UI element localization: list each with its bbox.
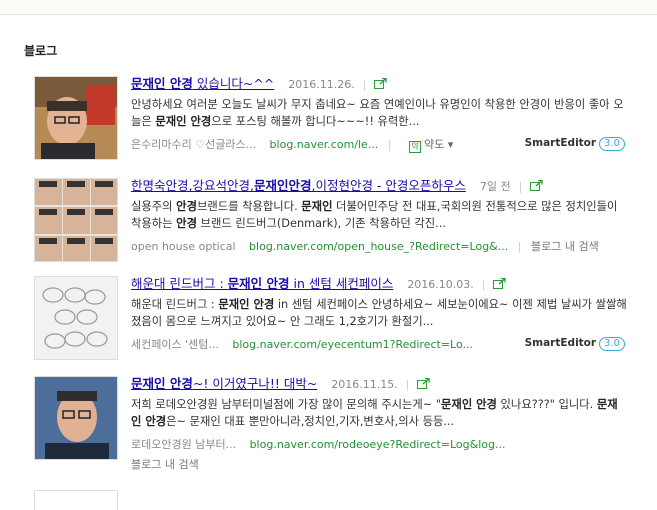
share-icon[interactable] — [493, 278, 507, 289]
result-title-link[interactable]: 해운대 린드버그 : 문재인 안경 in 센텀 세컨페이스 — [131, 276, 393, 291]
result-description: 안녕하세요 여러분 오늘도 날씨가 무지 춥네요~ 요즘 연예인이나 유명인이 … — [131, 98, 624, 128]
result-date: 2016.11.26. — [288, 78, 355, 91]
share-icon[interactable] — [530, 180, 543, 191]
result-url[interactable]: blog.naver.com/eyecentum1?Redirect=Lo... — [232, 338, 473, 351]
result-description: 실용주의 안경브랜드를 착용합니다. 문재인 더불어민주당 전 대표,국회의원 … — [131, 200, 618, 230]
share-icon[interactable] — [374, 78, 388, 89]
result-thumbnail[interactable] — [34, 490, 118, 510]
result-title-line: 문재인 안경 있습니다~^^ 2016.11.26. | — [131, 76, 388, 93]
result-description: 해운대 린드버그 : 문재인 안경 in 센텀 세컨페이스 안녕하세요~ 세보눈… — [131, 298, 627, 328]
result-title-line: 문재인 안경~! 이거였구나!! 대박~ 2016.11.15. | — [131, 376, 431, 393]
map-icon: 약 — [409, 141, 422, 153]
result-title-link[interactable]: 문재인 안경 있습니다~^^ — [131, 76, 274, 91]
result-date: 2016.11.15. — [331, 378, 398, 391]
result-url[interactable]: blog.naver.com/open_house_?Redirect=Log&… — [249, 240, 508, 253]
result-meta: open house optical blog.naver.com/open_h… — [131, 240, 599, 253]
top-divider-bar — [0, 0, 657, 15]
result-url[interactable]: blog.naver.com/le... — [270, 138, 379, 151]
section-title: 블로그 — [24, 44, 58, 58]
result-source[interactable]: 세컨페이스 '센텀... — [131, 338, 219, 351]
blog-search-link[interactable]: 블로그 내 검색 — [131, 456, 199, 472]
result-title-link[interactable]: 문재인 안경~! 이거였구나!! 대박~ — [131, 376, 317, 391]
result-source[interactable]: 은수리마수리 ♡선글라스... — [131, 138, 256, 151]
smarteditor-badge: SmartEditor 3.0 — [525, 337, 625, 351]
blog-search-link[interactable]: 블로그 내 검색 — [531, 240, 599, 253]
result-meta: 로데오안경원 남부터... blog.naver.com/rodeoeye?Re… — [131, 436, 505, 452]
result-date: 2016.10.03. — [407, 278, 474, 291]
result-date: 7일 전 — [479, 180, 511, 193]
share-icon[interactable] — [417, 378, 431, 389]
map-button[interactable]: 약 약도 ▾ — [409, 136, 453, 153]
result-url[interactable]: blog.naver.com/rodeoeye?Redirect=Log&log… — [250, 438, 506, 451]
result-thumbnail[interactable] — [34, 76, 118, 160]
result-source[interactable]: 로데오안경원 남부터... — [131, 438, 236, 451]
result-title-line: 해운대 린드버그 : 문재인 안경 in 센텀 세컨페이스 2016.10.03… — [131, 276, 507, 293]
result-meta: 세컨페이스 '센텀... blog.naver.com/eyecentum1?R… — [131, 336, 473, 352]
result-thumbnail[interactable] — [34, 178, 118, 262]
result-meta: 은수리마수리 ♡선글라스... blog.naver.com/le... | 약… — [131, 136, 454, 153]
result-title-line: 한명숙안경,강요석안경,문재인안경,이정현안경 - 안경오픈하우스 7일 전 | — [131, 178, 543, 195]
smarteditor-badge: SmartEditor 3.0 — [525, 137, 625, 151]
result-description: 저희 로데오안경원 남부터미널점에 가장 많이 문의해 주시는게~ "문재인 안… — [131, 398, 618, 428]
result-thumbnail[interactable] — [34, 376, 118, 460]
result-source[interactable]: open house optical — [131, 240, 236, 253]
result-thumbnail[interactable] — [34, 276, 118, 360]
result-title-link[interactable]: 한명숙안경,강요석안경,문재인안경,이정현안경 - 안경오픈하우스 — [131, 178, 466, 193]
